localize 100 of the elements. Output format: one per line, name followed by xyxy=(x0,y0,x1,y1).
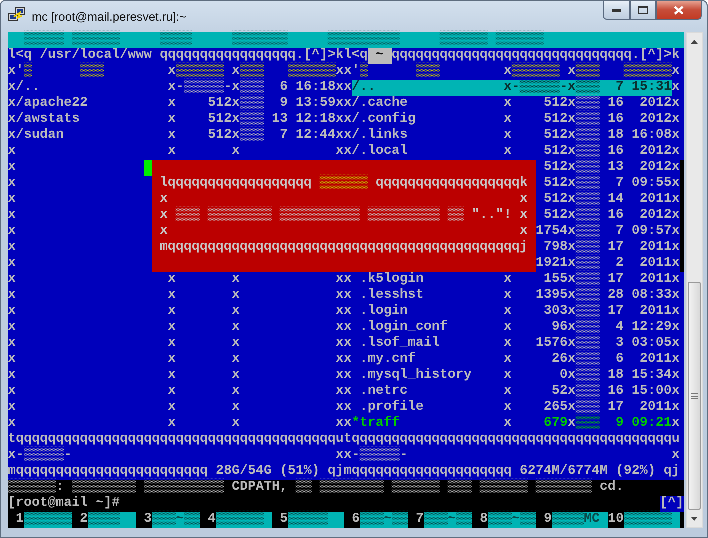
terminal-text: x xyxy=(166,64,176,79)
maximize-icon xyxy=(638,6,648,14)
terminal-text: x xyxy=(232,64,240,79)
terminal-text: x x x xx .profile x 265x▒▒▒ 17 2011x xyxy=(8,400,680,415)
executable-entry: ▒▒▒ 9 09:21 xyxy=(576,416,672,432)
terminal-text: xx' xyxy=(336,64,360,80)
terminal-text: x xyxy=(8,224,16,240)
key-label[interactable]: ▒▒▒▒ xyxy=(88,512,136,528)
key-label[interactable]: ▒▒▒▒MC xyxy=(552,512,608,528)
key-number: 1 xyxy=(14,512,24,528)
terminal-text: x x x xx .netrc x 52x▒▒▒ 16 15:00x xyxy=(8,384,680,399)
terminal-text: x' xyxy=(8,64,24,80)
terminal-text: 512x▒▒▒ 16 2012x xyxy=(544,208,680,223)
terminal-text: x/apache22 x 512x▒▒▒ 9 13:59xx/.cache x 512x▒▒▒ 16 2012x xyxy=(8,96,680,111)
terminal-text: x xyxy=(672,416,680,432)
terminal-text: x xyxy=(502,64,512,79)
key-label[interactable]: ▒▒▒▒▒▒ xyxy=(24,512,72,528)
terminal-text: x-▒▒▒▒▒- xx-▒▒▒▒▒- x xyxy=(8,448,680,464)
key-label[interactable]: ▒▒▒~▒▒ xyxy=(424,512,472,528)
key-label[interactable]: ▒▒▒▒▒▒ xyxy=(216,512,272,528)
terminal-text: x x x xx .k5login x 155x▒▒▒ 17 2011x xyxy=(8,272,680,287)
up-arrow-icon xyxy=(691,40,698,44)
terminal-text: 512x▒▒▒ 14 2011x xyxy=(542,192,680,207)
key-number: 6 xyxy=(350,512,360,528)
terminal-text: tqqqqqqqqqqqqqqqqqqqqqqqqqqqqqqqqqqqqqqqqutqqqqqqqqqqqqqqqqqqqqqqqqqqqqqqqqqqqqqqqqu xyxy=(8,432,680,447)
maximize-button[interactable] xyxy=(630,1,656,20)
column-header: ▒ ▒▒▒ xyxy=(360,64,440,80)
terminal-text: x xyxy=(8,256,16,272)
column-header: ▒▒▒▒▒▒ xyxy=(176,64,224,79)
terminal-text: x/sudan x 512x▒▒▒ 7 12:44xx/.links x 512x▒▒▒ 18 16:08x xyxy=(8,128,680,143)
column-header: ▒▒▒ ▒▒▒▒▒▒ xyxy=(576,64,672,79)
key-number: 8 xyxy=(478,512,488,528)
terminal-text: 1921x▒▒▒ 2 2011x xyxy=(536,256,680,271)
column-header: ▒ ▒▒▒ xyxy=(24,64,104,80)
terminal-text: 512x▒▒▒ 7 09:55x xyxy=(542,176,680,191)
menu-bar-text: ▒▒▒▒▒ ▒▒▒▒▒▒ xyxy=(24,32,120,48)
key-number: 3 xyxy=(142,512,152,528)
menu-bar-text: ▒▒▒▒▒▒▒ xyxy=(232,32,288,48)
dialog-text: x x xyxy=(160,224,528,240)
terminal-text: 512x▒▒▒ 13 2012x xyxy=(542,160,680,175)
column-header: ▒▒▒ ▒▒▒▒▒▒ xyxy=(240,64,336,79)
down-arrow-icon xyxy=(691,516,698,520)
dialog-text: x ▒▒▒ ▒▒▒▒▒▒▒▒ ▒▒▒▒▒▒▒▒▒▒ ▒▒▒▒▒▒▒▒▒ ▒▒ ".."! x xyxy=(160,208,528,224)
terminal-text: x x x xx .mysql_history x 0x▒▒▒ 18 15:34x xyxy=(8,368,680,383)
close-icon xyxy=(674,6,684,14)
minimize-icon xyxy=(612,8,621,12)
terminal-text: x xyxy=(8,160,16,176)
key-number: 5 xyxy=(278,512,288,528)
key-number: 9 xyxy=(542,512,552,528)
terminal-text: x x x xx/.local x 512x▒▒▒ 16 2012x xyxy=(8,144,680,159)
terminal-text: x xyxy=(504,416,512,432)
key-number: 10 xyxy=(608,512,624,528)
dialog-text: lqqqqqqqqqqqqqqqqqq xyxy=(160,176,313,192)
terminal-text: qqqqqqqqqqqqqqqqqqqqqqqqqqqqqq.[^]>k xyxy=(392,48,680,63)
terminal-text: x xyxy=(568,416,576,432)
key-number: 2 xyxy=(78,512,88,528)
scrollbar-thumb[interactable] xyxy=(688,282,701,510)
minimize-button[interactable] xyxy=(603,1,630,20)
terminal-text: x/awstats x 512x▒▒▒ 13 12:18xx/.config x 512x▒▒▒ 16 2012x xyxy=(8,112,680,127)
terminal-text: x xyxy=(672,64,680,80)
column-header: ▒▒▒▒▒▒ xyxy=(512,64,560,79)
dialog-title: ▒▒▒▒▒▒ xyxy=(320,176,368,192)
terminal-text: x/.. x-▒▒▒▒▒-x▒▒▒ 6 16:18xx xyxy=(8,80,352,95)
terminal-text: mqqqqqqqqqqqqqqqqqqqqqqqq 28G/54G (51%) qjmqqqqqqqqqqqqqqqqqqqq 6274M/6774M (92%) qj xyxy=(8,464,680,479)
terminal-text: x xyxy=(8,192,16,208)
terminal-text: 1754x▒▒▒ 7 09:57x xyxy=(536,224,680,239)
terminal-text: x x x xx .login x 303x▒▒▒ 17 2011x xyxy=(8,304,680,319)
terminal-text: x x x xx .my.cnf x 26x▒▒▒ 6 2011x xyxy=(8,352,680,367)
terminal-text: ▒▒▒▒▒▒: ▒▒▒▒▒▒▒▒ ▒▒▒▒▒▒▒▒▒▒ CDPATH, ▒▒ ▒▒▒▒▒▒▒▒ ▒▒▒▒▒▒ ▒▒▒ ▒▒▒▒▒▒ ▒▒▒▒▒▒▒ cd. xyxy=(8,480,624,496)
terminal-text: x x x xx .login_conf x 96x▒▒▒ 4 12:29x xyxy=(8,320,680,335)
terminal-text: x x x xx .lsof_mail x 1576x▒▒▒ 3 03:05x xyxy=(8,336,680,351)
key-number: 4 xyxy=(206,512,216,528)
terminal-text: x xyxy=(8,208,16,224)
terminal-text: x x x xx xyxy=(8,416,352,432)
terminal-text: l<q /usr/local/www qqqqqqqqqqqqqqqqq.[^]>kl<q xyxy=(8,48,368,63)
terminal-text: x xyxy=(672,80,680,96)
key-label[interactable]: ▒▒▒~▒▒ xyxy=(488,512,536,528)
terminal-text: x x x xx .lesshst x 1395x▒▒▒ 28 08:33x xyxy=(8,288,680,303)
terminal-text: [root@mail ~]# xyxy=(8,496,120,511)
menu-bar-text: ▒▒▒▒ xyxy=(160,32,192,48)
current-directory: ~ xyxy=(368,48,392,64)
dialog-text: mqqqqqqqqqqqqqqqqqqqqqqqqqqqqqqqqqqqqqqqqqqqqj xyxy=(160,240,528,256)
grip-icon xyxy=(691,392,698,400)
dialog-text: qqqqqqqqqqqqqqqqqqk xyxy=(374,176,528,192)
key-label[interactable]: ▒▒▒~▒▒ xyxy=(360,512,408,528)
terminal-text: 798x▒▒▒ 17 2011x xyxy=(544,240,680,255)
selected-entry[interactable]: /.. x-▒▒▒▒▒-x▒▒▒ 7 15:31 xyxy=(352,80,672,96)
executable-entry: 679 xyxy=(542,416,568,432)
close-button[interactable] xyxy=(656,1,702,20)
terminal-text: x xyxy=(568,64,576,79)
history-hint[interactable]: [^] xyxy=(660,496,684,512)
key-number: 7 xyxy=(414,512,424,528)
key-label[interactable]: ▒▒▒▒▒ xyxy=(288,512,344,528)
executable-entry: *traff xyxy=(352,416,401,432)
window-title: mc [root@mail.peresvet.ru]:~ xyxy=(32,10,187,24)
cursor-block xyxy=(144,160,152,176)
dialog-text: x x xyxy=(160,192,528,207)
key-label[interactable]: ▒▒▒▒▒▒ xyxy=(624,512,680,528)
key-label[interactable]: ▒▒▒~▒▒ xyxy=(152,512,200,528)
menu-bar-text: ▒▒▒▒▒▒▒▒▒ xyxy=(328,32,400,48)
